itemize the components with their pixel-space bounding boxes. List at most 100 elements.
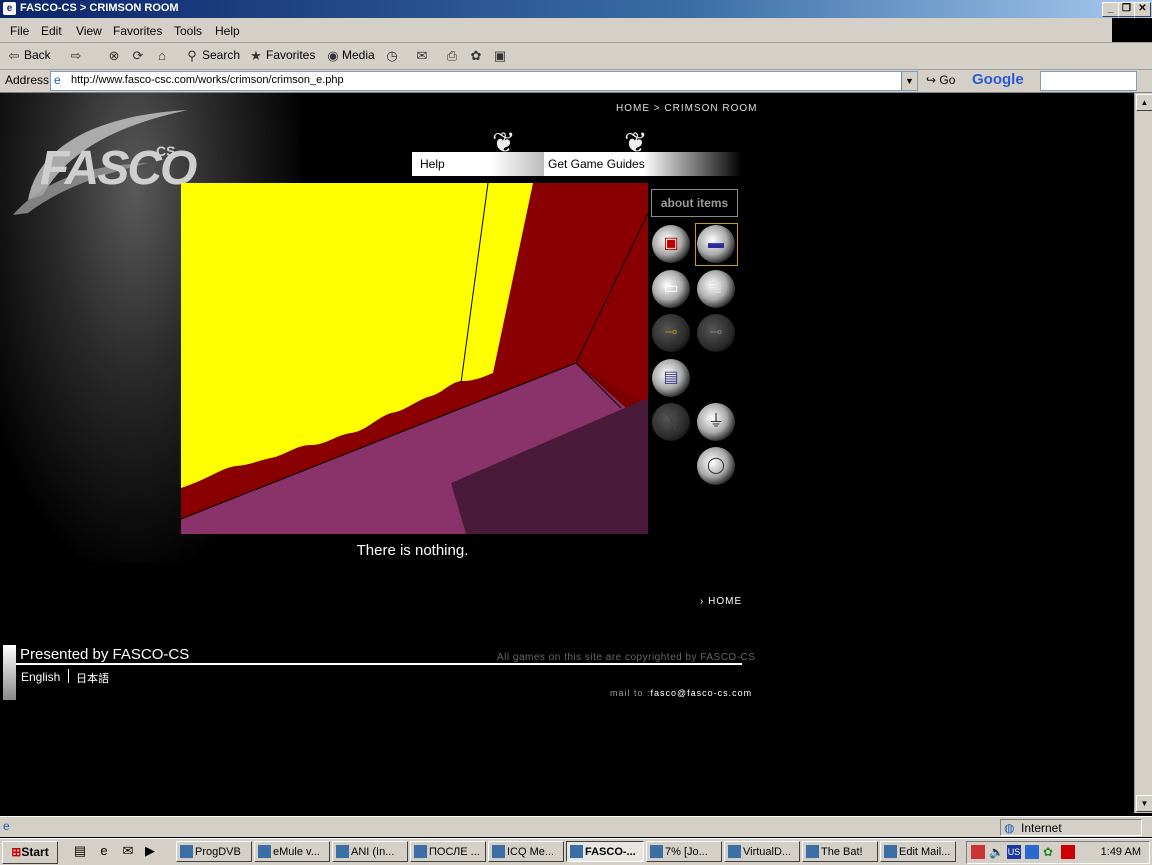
menu-help[interactable]: Help <box>215 24 240 38</box>
wing-icon: ❦ <box>624 127 648 158</box>
item-slot-plug[interactable]: ⏚ <box>697 403 735 441</box>
icq-icon[interactable]: ✿ <box>468 48 484 64</box>
box-icon: ▣ <box>663 235 679 252</box>
task-app-icon <box>884 845 897 858</box>
task-label: ANI (In... <box>351 846 395 858</box>
task-ani[interactable]: ANI (In... <box>332 841 408 862</box>
google-label: Google <box>972 71 1024 88</box>
search-icon[interactable]: ⚲ <box>184 48 200 64</box>
network-icon[interactable] <box>1025 845 1039 859</box>
address-url[interactable]: http://www.fasco-csc.com/works/crimson/c… <box>71 74 344 86</box>
print-icon[interactable]: ⎙ <box>444 48 460 64</box>
stripes-icon: ╳ <box>666 413 676 430</box>
breadcrumb[interactable]: HOME > CRIMSON ROOM <box>616 103 758 114</box>
language-indicator[interactable]: US <box>1007 845 1021 859</box>
task-label: ProgDVB <box>195 846 241 858</box>
refresh-icon[interactable]: ⟳ <box>130 48 146 64</box>
menu-view[interactable]: View <box>76 24 102 38</box>
language-japanese-link[interactable]: 日本語 <box>76 670 109 686</box>
home-icon[interactable]: ⌂ <box>154 48 170 64</box>
address-bar: Address e http://www.fasco-csc.com/works… <box>0 70 1152 93</box>
task-label: 7% [Jo... <box>665 846 708 858</box>
outlook-icon[interactable]: ✉ <box>120 843 136 859</box>
task-the-bat[interactable]: The Bat! <box>802 841 878 862</box>
room-scene-drawing <box>181 183 648 534</box>
favorites-button[interactable]: Favorites <box>266 48 315 62</box>
task-emule[interactable]: eMule v... <box>254 841 330 862</box>
menu-edit[interactable]: Edit <box>41 24 62 38</box>
media-icon[interactable]: ◉ <box>325 48 341 64</box>
item-slot-cd-case[interactable]: ▤ <box>652 359 690 397</box>
language-english-link[interactable]: English <box>21 670 60 684</box>
google-search-input[interactable] <box>1040 71 1137 91</box>
game-scene[interactable] <box>181 183 648 534</box>
task-download[interactable]: 7% [Jo... <box>646 841 722 862</box>
media-player-icon[interactable]: ▶ <box>142 843 158 859</box>
minimize-button[interactable]: _ <box>1102 2 1119 17</box>
tray-app-icon[interactable] <box>971 845 985 859</box>
item-slot-paper[interactable]: ▭ <box>652 270 690 308</box>
address-dropdown-icon[interactable]: ▼ <box>901 72 917 90</box>
forward-arrow-icon[interactable]: ⇨ <box>68 48 84 64</box>
close-button[interactable]: ✕ <box>1134 2 1151 17</box>
item-slot-stick[interactable]: ▬ <box>697 225 735 263</box>
task-progdvb[interactable]: ProgDVB <box>176 841 252 862</box>
messenger-icon[interactable]: ▣ <box>492 48 508 64</box>
task-label: VirtualD... <box>743 846 792 858</box>
antivirus-icon[interactable] <box>1061 845 1075 859</box>
task-edit-mail[interactable]: Edit Mail... <box>880 841 956 862</box>
start-button[interactable]: ⊞Start <box>2 841 58 864</box>
item-slot-memo[interactable]: ≣ <box>697 270 735 308</box>
icq-tray-icon[interactable]: ✿ <box>1043 845 1057 859</box>
clock: 1:49 AM <box>1100 846 1141 858</box>
task-label: ICQ Me... <box>507 846 555 858</box>
windows-flag-icon: ⊞ <box>11 845 22 859</box>
home-link[interactable]: › HOME <box>700 596 742 607</box>
task-icq[interactable]: ICQ Me... <box>488 841 564 862</box>
item-slot-silver-key[interactable]: ⊸ <box>697 314 735 352</box>
tab-game-guides[interactable]: Get Game Guides ❦ <box>544 127 742 176</box>
item-slot-gold-key[interactable]: ⊸ <box>652 314 690 352</box>
about-items-button[interactable]: about items <box>651 189 738 217</box>
game-message: There is nothing. <box>356 542 469 559</box>
stop-icon[interactable]: ⊗ <box>106 48 122 64</box>
history-icon[interactable]: ◷ <box>384 48 400 64</box>
search-button[interactable]: Search <box>202 48 240 62</box>
item-slot-box[interactable]: ▣ <box>652 225 690 263</box>
mail-address-link[interactable]: fasco@fasco-cs.com <box>651 688 753 698</box>
presented-by: Presented by FASCO-CS <box>20 646 190 663</box>
menu-tools[interactable]: Tools <box>174 24 202 38</box>
tab-help[interactable]: Help ❦ <box>412 127 544 176</box>
vertical-scrollbar[interactable]: ▲ ▼ <box>1134 93 1152 813</box>
site-logo-suffix: CS <box>156 143 176 159</box>
ie-quicklaunch-icon[interactable]: e <box>96 843 112 859</box>
status-bar: e ◍ Internet <box>0 816 1152 837</box>
task-posle[interactable]: ПОСЛЕ ... <box>410 841 486 862</box>
media-button[interactable]: Media <box>342 48 375 62</box>
address-input[interactable]: e http://www.fasco-csc.com/works/crimson… <box>50 71 918 91</box>
menu-favorites[interactable]: Favorites <box>113 24 162 38</box>
scroll-up-icon[interactable]: ▲ <box>1136 94 1152 111</box>
favorites-icon[interactable]: ★ <box>248 48 264 64</box>
item-slot-ring[interactable]: ◯ <box>697 447 735 485</box>
address-label: Address <box>5 73 50 87</box>
mail-label: mail to : <box>610 688 651 698</box>
task-app-icon <box>728 845 741 858</box>
system-tray: 🔈 US ✿ 1:49 AM <box>966 841 1150 864</box>
title-bar: e FASCO-CS > CRIMSON ROOM _ ❐ ✕ <box>0 0 1152 18</box>
scroll-down-icon[interactable]: ▼ <box>1136 795 1152 812</box>
task-fasco[interactable]: FASCO-... <box>566 841 644 862</box>
restore-button[interactable]: ❐ <box>1118 2 1135 17</box>
task-virtualdub[interactable]: VirtualD... <box>724 841 800 862</box>
back-button[interactable]: Back <box>24 48 51 62</box>
wing-icon: ❦ <box>492 127 516 158</box>
item-slot-stripes[interactable]: ╳ <box>652 403 690 441</box>
show-desktop-icon[interactable]: ▤ <box>72 843 88 859</box>
volume-icon[interactable]: 🔈 <box>989 845 1004 859</box>
back-arrow-icon[interactable]: ⇦ <box>6 48 22 64</box>
go-button[interactable]: ↪ Go <box>926 73 955 87</box>
menu-file[interactable]: File <box>10 24 29 38</box>
mail-icon[interactable]: ✉ <box>414 48 430 64</box>
menu-bar: File Edit View Favorites Tools Help <box>0 18 1152 43</box>
google-toolbar-logo[interactable]: Google <box>972 71 1024 88</box>
